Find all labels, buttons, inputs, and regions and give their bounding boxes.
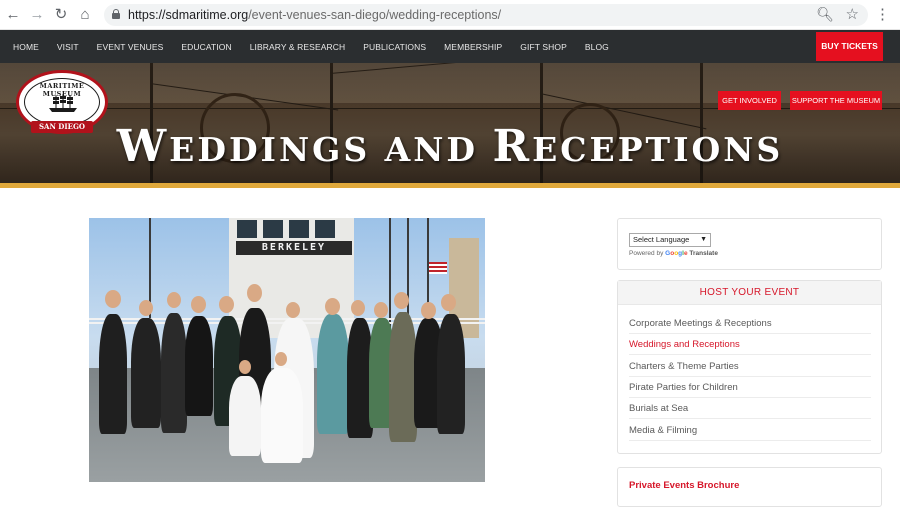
- nav-item-education[interactable]: EDUCATION: [181, 42, 231, 52]
- host-event-link-corporate-meetings-receptions[interactable]: Corporate Meetings & Receptions: [629, 313, 871, 334]
- main-nav-items: HOME VISIT EVENT VENUES EDUCATION LIBRARY & …: [13, 30, 627, 63]
- browser-toolbar: ← → ↻ ⌂ https://sdmaritime.org/event-ven…: [0, 0, 900, 30]
- get-involved-button[interactable]: GET INVOLVED: [718, 91, 781, 110]
- language-select[interactable]: Select Language ▼: [629, 233, 711, 247]
- nav-item-home[interactable]: HOME: [13, 42, 39, 52]
- nav-item-event-venues[interactable]: EVENT VENUES: [97, 42, 164, 52]
- page-title: WEDDINGS AND RECEPTIONS: [116, 121, 784, 172]
- dropdown-arrow-icon: ▼: [700, 236, 707, 243]
- nav-item-visit[interactable]: VISIT: [57, 42, 79, 52]
- host-event-link-charters-theme-parties[interactable]: Charters & Theme Parties: [629, 356, 871, 377]
- ship-name-sign: BERKELEY: [236, 241, 352, 255]
- host-your-event-panel: HOST YOUR EVENT Corporate Meetings & Rec…: [617, 280, 882, 454]
- hero-banner: WEDDINGS AND RECEPTIONS: [0, 63, 900, 183]
- url-text: https://sdmaritime.org/event-venues-san-…: [128, 8, 502, 22]
- private-events-brochure-link[interactable]: Private Events Brochure: [629, 480, 739, 491]
- address-bar[interactable]: https://sdmaritime.org/event-venues-san-…: [104, 4, 868, 26]
- forward-arrow-icon[interactable]: →: [28, 6, 46, 24]
- back-arrow-icon[interactable]: ←: [4, 6, 22, 24]
- ship-icon: [49, 94, 77, 112]
- reload-icon[interactable]: ↻: [52, 6, 70, 24]
- host-event-link-pirate-parties-for-children[interactable]: Pirate Parties for Children: [629, 377, 871, 398]
- flag-icon: [429, 262, 447, 274]
- museum-logo[interactable]: MARITIME MUSEUM SAN DIEGO: [16, 70, 108, 134]
- logo-banner: SAN DIEGO: [31, 121, 93, 133]
- main-nav: HOME VISIT EVENT VENUES EDUCATION LIBRARY & …: [0, 30, 900, 63]
- host-event-link-burials-at-sea[interactable]: Burials at Sea: [629, 398, 871, 420]
- host-event-heading: HOST YOUR EVENT: [618, 281, 881, 305]
- home-icon[interactable]: ⌂: [76, 6, 94, 24]
- powered-by-google: Powered by Google Translate: [629, 250, 718, 257]
- buy-tickets-button[interactable]: BUY TICKETS: [816, 32, 883, 61]
- support-museum-button[interactable]: SUPPORT THE MUSEUM: [790, 91, 882, 110]
- nav-item-membership[interactable]: MEMBERSHIP: [444, 42, 502, 52]
- google-translate-widget: Select Language ▼ Powered by Google Trans…: [617, 218, 882, 270]
- zoom-icon[interactable]: 🔍︎: [816, 6, 834, 23]
- brochure-panel: Private Events Brochure: [617, 467, 882, 507]
- nav-item-library-research[interactable]: LIBRARY & RESEARCH: [250, 42, 346, 52]
- wedding-party-photo: BERKELEY: [89, 218, 485, 482]
- browser-menu-icon[interactable]: ⋮: [875, 5, 890, 23]
- nav-item-gift-shop[interactable]: GIFT SHOP: [520, 42, 567, 52]
- nav-item-publications[interactable]: PUBLICATIONS: [363, 42, 426, 52]
- hero-divider: [0, 183, 900, 188]
- host-event-link-media-filming[interactable]: Media & Filming: [629, 420, 871, 441]
- host-event-link-weddings-and-receptions[interactable]: Weddings and Receptions: [629, 334, 871, 356]
- nav-item-blog[interactable]: BLOG: [585, 42, 609, 52]
- bookmark-star-icon[interactable]: ☆: [846, 5, 859, 23]
- google-logo: Google: [665, 250, 688, 257]
- lock-icon: [112, 9, 120, 19]
